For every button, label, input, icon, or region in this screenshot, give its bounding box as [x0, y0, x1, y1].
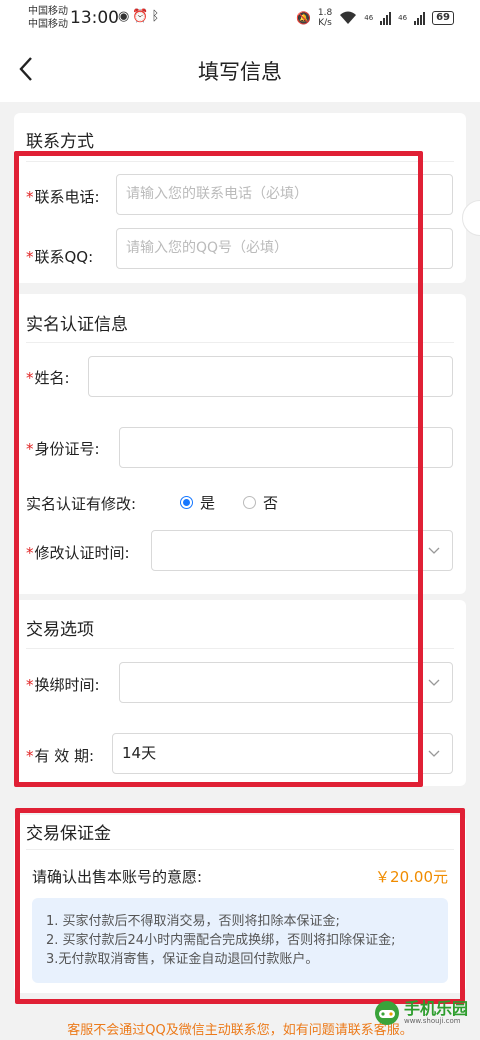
- chevron-down-icon: [428, 750, 440, 757]
- contact-section-title: 联系方式: [26, 132, 94, 152]
- chevron-down-icon: [428, 679, 440, 686]
- alarm-icon: ⏰: [132, 9, 152, 24]
- highlight-box-deposit: [15, 808, 465, 1004]
- bluetooth-icon: ᛒ: [151, 9, 163, 24]
- status-bar: 中国移动 中国移动 13:00 ◉⏰ᛒ 🔕 1.8 K/s 46 46 69: [0, 0, 480, 36]
- signal-2-label: 46: [398, 14, 408, 22]
- watermark-name: 手机乐园: [403, 999, 468, 1018]
- carrier-2: 中国移动: [28, 19, 68, 30]
- page-title: 填写信息: [198, 60, 282, 84]
- carrier-1: 中国移动: [28, 6, 68, 17]
- mute-icon: 🔕: [295, 11, 311, 25]
- status-icons-right: 🔕 1.8 K/s 46 46 69: [296, 8, 454, 28]
- carrier-info: 中国移动 中国移动: [28, 5, 68, 31]
- highlight-box-form: [14, 151, 423, 787]
- gamepad-logo-icon: [374, 1001, 399, 1025]
- clock: 13:00: [70, 8, 119, 28]
- watermark: 手机乐园 www.shouji.com: [374, 1000, 468, 1026]
- chevron-down-icon: [428, 547, 440, 554]
- battery-icon: 69: [432, 11, 454, 25]
- eye-icon: ◉: [118, 9, 133, 24]
- signal-1-label: 46: [364, 14, 374, 22]
- wifi-icon: [340, 11, 357, 24]
- watermark-url: www.shouji.com: [403, 1017, 461, 1025]
- signal-2-icon: [414, 11, 426, 25]
- nav-bar: 填写信息: [0, 36, 480, 102]
- status-icons-left: ◉⏰ᛒ: [118, 9, 162, 24]
- signal-1-icon: [380, 11, 392, 25]
- net-speed: 1.8 K/s: [317, 8, 333, 28]
